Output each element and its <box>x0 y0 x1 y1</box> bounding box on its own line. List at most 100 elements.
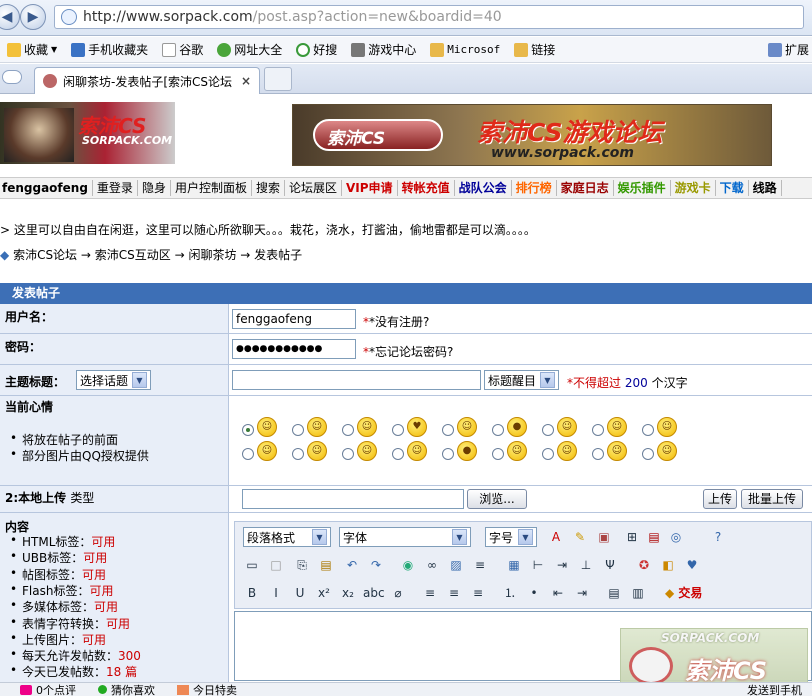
menu-journal[interactable]: 家庭日志 <box>557 180 614 196</box>
smiley-icon[interactable]: ☺ <box>457 417 477 437</box>
mood-radio[interactable] <box>592 448 604 460</box>
smiley-icon[interactable]: ☺ <box>507 441 527 461</box>
font-select[interactable]: 字体 ▼ <box>339 527 471 547</box>
url-field[interactable]: http://www.sorpack.com/post.asp?action=n… <box>54 5 804 29</box>
paste-icon[interactable]: ▤ <box>317 556 335 574</box>
subject-field[interactable] <box>232 370 481 390</box>
smiley-icon[interactable]: ☺ <box>607 417 627 437</box>
mood-radio[interactable] <box>642 424 654 436</box>
mood-radio[interactable] <box>442 448 454 460</box>
mood-radio[interactable] <box>392 448 404 460</box>
menu-gamecard[interactable]: 游戏卡 <box>671 180 716 196</box>
bookmark-favorites[interactable]: 收藏 ▼ <box>0 39 64 61</box>
image-icon[interactable]: ▨ <box>447 556 465 574</box>
mood-radio[interactable] <box>492 424 504 436</box>
split-icon[interactable]: Ψ <box>601 556 619 574</box>
cloud-icon[interactable] <box>2 70 22 84</box>
forgot-password-link[interactable]: **忘记论坛密码? <box>363 343 453 360</box>
superscript-icon[interactable]: x² <box>315 584 333 602</box>
time-icon[interactable]: ▥ <box>629 584 647 602</box>
redo-icon[interactable]: ↷ <box>367 556 385 574</box>
strike-icon[interactable]: abc <box>363 584 385 602</box>
clean-icon[interactable]: ▣ <box>595 528 613 546</box>
cell-icon[interactable]: ⊥ <box>577 556 595 574</box>
menu-clan[interactable]: 战队公会 <box>455 180 512 196</box>
menu-search[interactable]: 搜索 <box>252 180 285 196</box>
breadcrumb-section[interactable]: 索沛CS互动区 <box>95 248 171 262</box>
forum-banner[interactable]: 索沛CS 索沛CS游戏论坛 www.sorpack.com <box>292 104 772 166</box>
flash-icon[interactable]: ✪ <box>635 556 653 574</box>
insert-row-icon[interactable]: ⊢ <box>529 556 547 574</box>
status-comments[interactable]: 0个点评 <box>36 682 76 698</box>
menu-vip[interactable]: VIP申请 <box>342 180 398 196</box>
smiley-icon[interactable]: ☺ <box>557 441 577 461</box>
help-icon[interactable]: ? <box>709 528 727 546</box>
indent-icon[interactable]: ⇥ <box>573 584 591 602</box>
trade-button[interactable]: ◆ 交易 <box>665 584 702 601</box>
smiley-icon[interactable]: ☺ <box>357 441 377 461</box>
status-like[interactable]: 猜你喜欢 <box>111 682 155 698</box>
menu-plugins[interactable]: 娱乐插件 <box>614 180 671 196</box>
menu-ranking[interactable]: 排行榜 <box>512 180 557 196</box>
link-icon[interactable]: ◉ <box>399 556 417 574</box>
mood-radio[interactable] <box>292 424 304 436</box>
extensions-button[interactable]: 扩展 <box>761 39 812 61</box>
smiley-icon[interactable]: ♥ <box>407 417 427 437</box>
smiley-icon[interactable]: ● <box>507 417 527 437</box>
mood-radio[interactable] <box>242 424 254 436</box>
site-logo[interactable]: 索沛CS SORPACK.COM <box>0 102 175 164</box>
paragraph-format-select[interactable]: 段落格式 ▼ <box>243 527 331 547</box>
topic-select[interactable]: 选择话题 ▼ <box>76 370 151 390</box>
find-icon[interactable]: ⊞ <box>623 528 641 546</box>
font-color-icon[interactable]: A <box>547 528 565 546</box>
breadcrumb-board[interactable]: 闲聊茶坊 <box>188 248 236 262</box>
batch-upload-button[interactable]: 批量上传 <box>741 489 803 509</box>
tab-active[interactable]: 闲聊茶坊-发表帖子[索沛CS论坛 × <box>34 67 260 94</box>
menu-control-panel[interactable]: 用户控制面板 <box>171 180 252 196</box>
menu-route[interactable]: 线路 <box>749 180 782 196</box>
undo-icon[interactable]: ↶ <box>343 556 361 574</box>
outdent-icon[interactable]: ⇤ <box>549 584 567 602</box>
mood-radio[interactable] <box>242 448 254 460</box>
mood-radio[interactable] <box>642 448 654 460</box>
mood-radio[interactable] <box>592 424 604 436</box>
bookmark-mobile[interactable]: 手机收藏夹 <box>64 39 155 61</box>
mood-radio[interactable] <box>442 424 454 436</box>
indent-table-icon[interactable]: ⇥ <box>553 556 571 574</box>
register-link[interactable]: **没有注册? <box>363 313 429 330</box>
breadcrumb-home[interactable]: 索沛CS论坛 <box>13 248 77 262</box>
forward-button[interactable]: ▶ <box>20 4 46 30</box>
smiley-icon[interactable]: ☺ <box>407 441 427 461</box>
upload-file-field[interactable] <box>242 489 464 509</box>
bold-icon[interactable]: B <box>243 584 261 602</box>
bullet-list-icon[interactable]: • <box>525 584 543 602</box>
source-icon[interactable]: ▭ <box>243 556 261 574</box>
emotion-icon[interactable]: ♥ <box>683 556 701 574</box>
align-right-icon[interactable]: ≡ <box>469 584 487 602</box>
smiley-icon[interactable]: ● <box>457 441 477 461</box>
smiley-icon[interactable]: ☺ <box>657 441 677 461</box>
title-highlight-select[interactable]: 标题醒目 ▼ <box>484 370 559 390</box>
bookmark-hao123[interactable]: 网址大全 <box>210 39 289 61</box>
back-button[interactable]: ◀ <box>0 4 20 30</box>
mood-radio[interactable] <box>542 448 554 460</box>
italic-icon[interactable]: I <box>267 584 285 602</box>
bookmark-google[interactable]: 谷歌 <box>155 39 210 61</box>
smiley-icon[interactable]: ☺ <box>257 441 277 461</box>
upload-button[interactable]: 上传 <box>703 489 737 509</box>
menu-username[interactable]: fenggaofeng <box>0 180 93 196</box>
send-to-phone[interactable]: 发送到手机 <box>747 682 802 698</box>
menu-invisible[interactable]: 隐身 <box>138 180 171 196</box>
menu-forum-gallery[interactable]: 论坛展区 <box>285 180 342 196</box>
underline-icon[interactable]: U <box>291 584 309 602</box>
smiley-icon[interactable]: ☺ <box>357 417 377 437</box>
date-icon[interactable]: ▤ <box>605 584 623 602</box>
align-center-icon[interactable]: ≡ <box>445 584 463 602</box>
preview-icon[interactable]: ◎ <box>667 528 685 546</box>
mood-radio[interactable] <box>492 448 504 460</box>
mood-radio[interactable] <box>342 424 354 436</box>
bookmark-haosou[interactable]: 好搜 <box>289 39 344 61</box>
eraser-icon[interactable]: ⌀ <box>389 584 407 602</box>
smiley-icon[interactable]: ☺ <box>607 441 627 461</box>
password-field[interactable]: ●●●●●●●●●●● <box>232 339 356 359</box>
